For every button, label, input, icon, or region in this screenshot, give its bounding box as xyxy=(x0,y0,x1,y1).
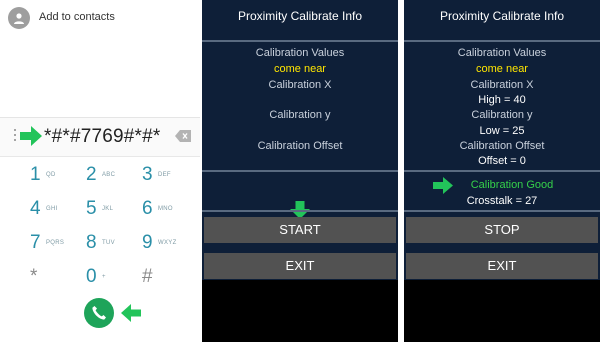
calibration-y-label: Calibration y xyxy=(471,109,533,121)
dialer-panel: Add to contacts *#*#7769#*#* 1 QD 2 ABC 3D… xyxy=(0,0,200,342)
divider xyxy=(202,40,398,42)
calibration-result: Calibration Good xyxy=(470,179,554,191)
key-4[interactable]: 4 GHI xyxy=(12,194,76,226)
low-value: Low = 25 xyxy=(479,125,525,137)
overflow-menu-icon[interactable] xyxy=(13,129,17,143)
key-2[interactable]: 2 ABC xyxy=(68,160,132,192)
exit-button[interactable]: EXIT xyxy=(204,253,396,279)
key-9[interactable]: 9 WXYZ xyxy=(124,228,188,260)
calibration-y-label: Calibration y xyxy=(269,109,331,121)
dial-keypad: 1 QD 2 ABC 3 DEF 4 GHI 5 JKL 6 MNO 7 PQRS 8 TUV … xyxy=(0,160,200,294)
calibration-offset-label: Calibration Offset xyxy=(459,140,545,152)
divider xyxy=(202,210,398,212)
divider xyxy=(202,170,398,172)
panel-title: Proximity Calibrate Info xyxy=(439,9,565,23)
call-button[interactable] xyxy=(84,298,114,328)
high-value: High = 40 xyxy=(478,94,526,106)
key-star[interactable]: * xyxy=(12,262,76,294)
key-0[interactable]: 0 + xyxy=(68,262,132,294)
calibration-x-label: Calibration X xyxy=(470,79,534,91)
key-hash[interactable]: # xyxy=(124,262,188,294)
bottom-area xyxy=(202,280,398,342)
divider xyxy=(404,40,600,42)
exit-button[interactable]: EXIT xyxy=(406,253,598,279)
key-6[interactable]: 6 MNO xyxy=(124,194,188,226)
phone-icon xyxy=(92,306,106,320)
add-to-contacts-row[interactable]: Add to contacts xyxy=(0,0,200,36)
dialed-number: *#*#7769#*#* xyxy=(44,126,161,147)
key-3[interactable]: 3 DEF xyxy=(124,160,188,192)
stop-button[interactable]: STOP xyxy=(406,217,598,243)
divider xyxy=(404,170,600,172)
calibration-values-label: Calibration Values xyxy=(255,47,345,59)
calibration-x-label: Calibration X xyxy=(268,79,332,91)
proximity-status: come near xyxy=(274,63,326,75)
add-to-contacts-label: Add to contacts xyxy=(39,11,115,23)
key-8[interactable]: 8 TUV xyxy=(68,228,132,260)
offset-value: Offset = 0 xyxy=(478,155,526,167)
key-5[interactable]: 5 JKL xyxy=(68,194,132,226)
proximity-calibrate-panel-after: Proximity Calibrate Info Calibration Val… xyxy=(404,0,600,342)
key-1[interactable]: 1 QD xyxy=(12,160,76,192)
panel-title: Proximity Calibrate Info xyxy=(237,9,363,23)
pointer-arrow-left-icon xyxy=(121,304,141,322)
crosstalk-value: Crosstalk = 27 xyxy=(466,195,538,207)
dial-number-field[interactable]: *#*#7769#*#* xyxy=(0,117,200,157)
backspace-icon[interactable] xyxy=(175,130,191,142)
divider xyxy=(404,210,600,212)
proximity-status: come near xyxy=(476,63,528,75)
start-button[interactable]: START xyxy=(204,217,396,243)
bottom-area xyxy=(404,280,600,342)
calibration-values-label: Calibration Values xyxy=(457,47,547,59)
key-7[interactable]: 7 PQRS xyxy=(12,228,76,260)
calibration-offset-label: Calibration Offset xyxy=(257,140,343,152)
contact-avatar-icon xyxy=(8,7,30,29)
proximity-calibrate-panel-before: Proximity Calibrate Info Calibration Val… xyxy=(202,0,398,342)
pointer-arrow-right-icon xyxy=(20,126,42,146)
